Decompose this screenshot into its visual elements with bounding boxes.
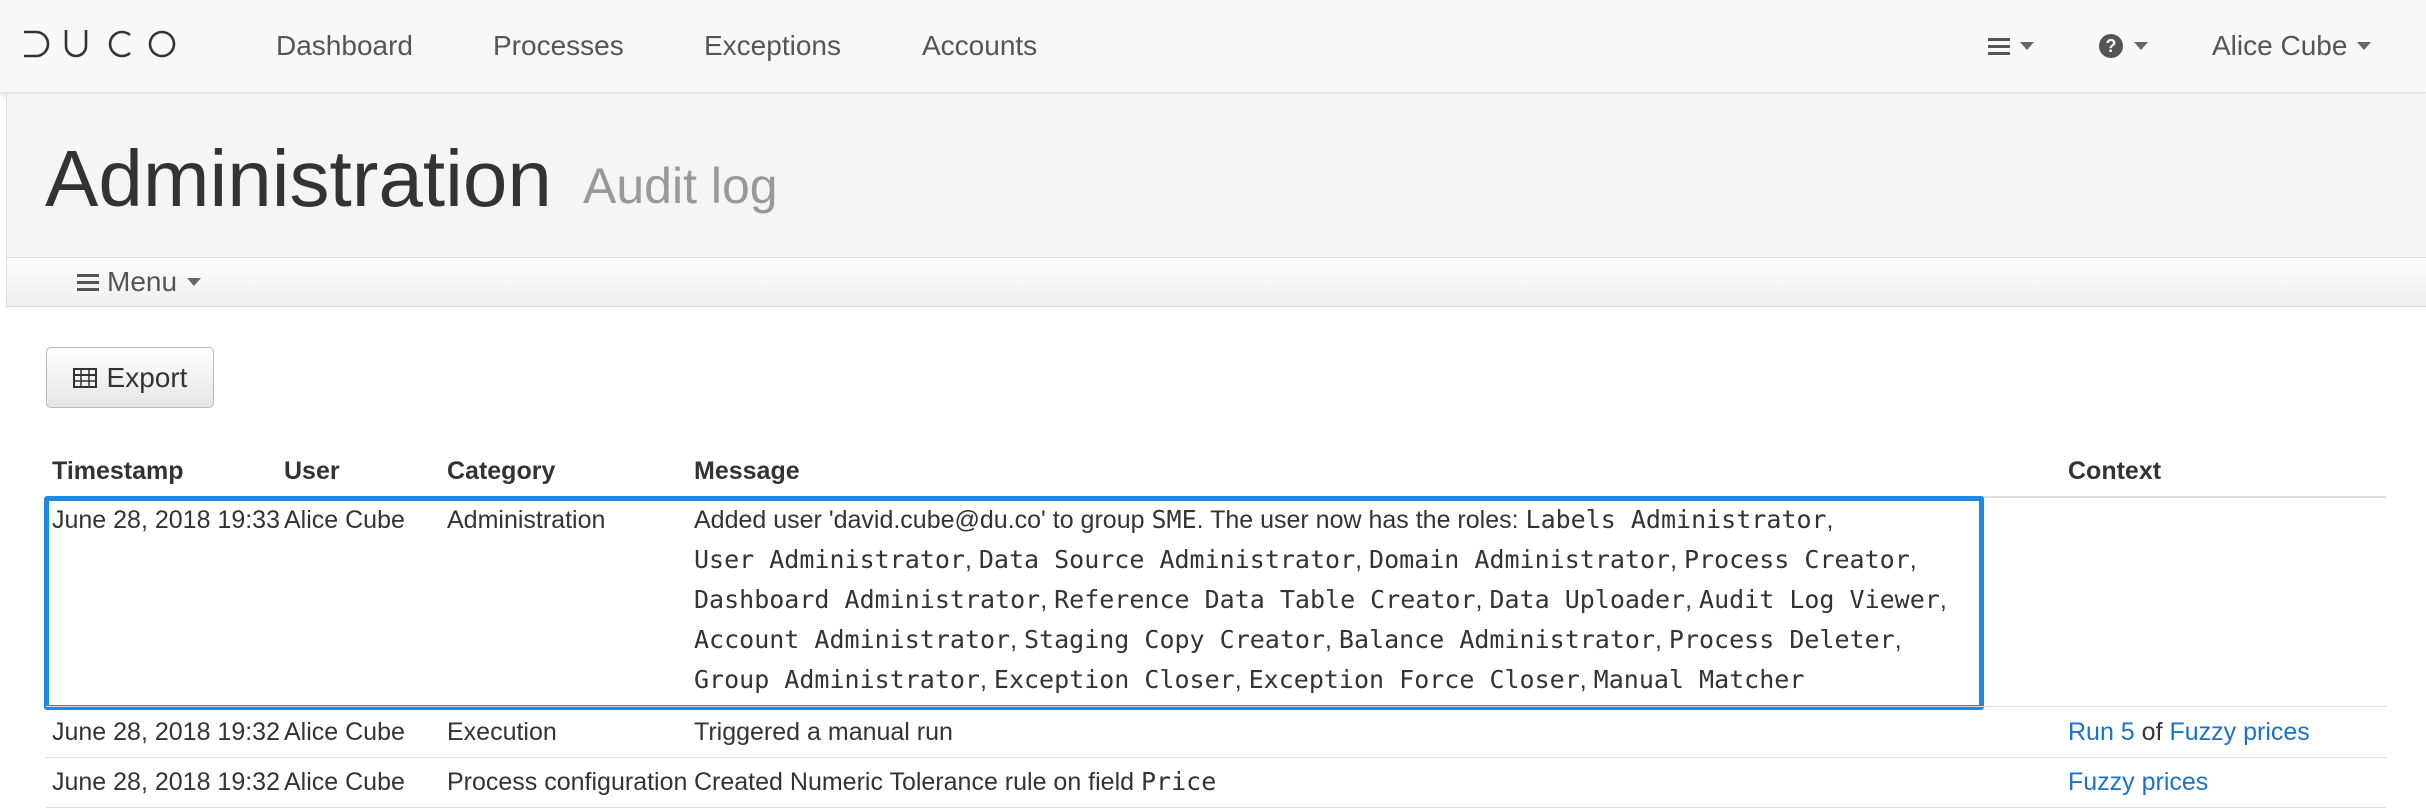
cell-user: Alice Cube (284, 768, 405, 796)
process-link[interactable]: Fuzzy prices (2169, 718, 2309, 746)
menu-dropdown-button[interactable]: Menu (77, 266, 202, 298)
cell-category: Process configuration (447, 768, 688, 796)
column-header-user[interactable]: User (284, 450, 340, 492)
cell-context: Run 5 of Fuzzy prices (2068, 712, 2310, 752)
hamburger-icon (77, 273, 99, 291)
chevron-down-icon (2134, 42, 2148, 50)
cell-message: Created Numeric Tolerance rule on field … (694, 762, 1216, 802)
column-header-message[interactable]: Message (694, 450, 800, 492)
duco-logo[interactable] (22, 24, 180, 64)
column-header-timestamp[interactable]: Timestamp (52, 450, 184, 492)
user-name: Alice Cube (2212, 30, 2348, 61)
cell-context: Fuzzy prices (2068, 762, 2208, 802)
user-menu-dropdown[interactable]: Alice Cube (2212, 28, 2372, 64)
cell-timestamp: June 28, 2018 19:32 (52, 768, 280, 796)
chevron-down-icon (2020, 42, 2034, 50)
nav-exceptions[interactable]: Exceptions (704, 30, 841, 62)
chevron-down-icon (187, 278, 202, 286)
nav-processes[interactable]: Processes (493, 30, 624, 62)
nav-dashboard[interactable]: Dashboard (276, 30, 413, 62)
chevron-down-icon (2357, 42, 2372, 50)
selection-highlight (44, 496, 1984, 710)
list-menu-dropdown[interactable] (1988, 28, 2034, 64)
table-icon (72, 367, 97, 388)
cell-message: Triggered a manual run (694, 718, 953, 746)
page-subtitle: Audit log (583, 158, 778, 214)
cell-user: Alice Cube (284, 718, 405, 746)
column-header-category[interactable]: Category (447, 450, 555, 492)
row-divider (46, 757, 2386, 758)
export-label: Export (106, 361, 188, 393)
duco-logo-mark (24, 30, 176, 58)
page-title: Administration (45, 134, 552, 223)
export-button[interactable]: Export (46, 347, 214, 408)
run-link[interactable]: Run 5 (2068, 718, 2135, 746)
row-divider (46, 807, 2386, 808)
row-divider (46, 706, 2386, 707)
list-icon (1988, 37, 2010, 55)
help-dropdown[interactable]: ? (2098, 28, 2148, 64)
menu-label: Menu (107, 266, 178, 297)
nav-accounts[interactable]: Accounts (922, 30, 1037, 62)
field-name: Price (1141, 767, 1217, 796)
cell-category: Execution (447, 718, 557, 746)
message-text: Created Numeric Tolerance rule on field (694, 768, 1135, 796)
page-header: Administration Audit log (6, 94, 2426, 257)
sub-menubar: Menu (6, 257, 2426, 307)
svg-text:?: ? (2106, 36, 2117, 56)
column-header-context[interactable]: Context (2068, 450, 2161, 492)
top-navbar: Dashboard Processes Exceptions Accounts … (0, 0, 2426, 93)
help-icon: ? (2099, 34, 2123, 58)
process-link[interactable]: Fuzzy prices (2068, 768, 2208, 796)
cell-timestamp: June 28, 2018 19:32 (52, 718, 280, 746)
context-of: of (2141, 718, 2163, 746)
